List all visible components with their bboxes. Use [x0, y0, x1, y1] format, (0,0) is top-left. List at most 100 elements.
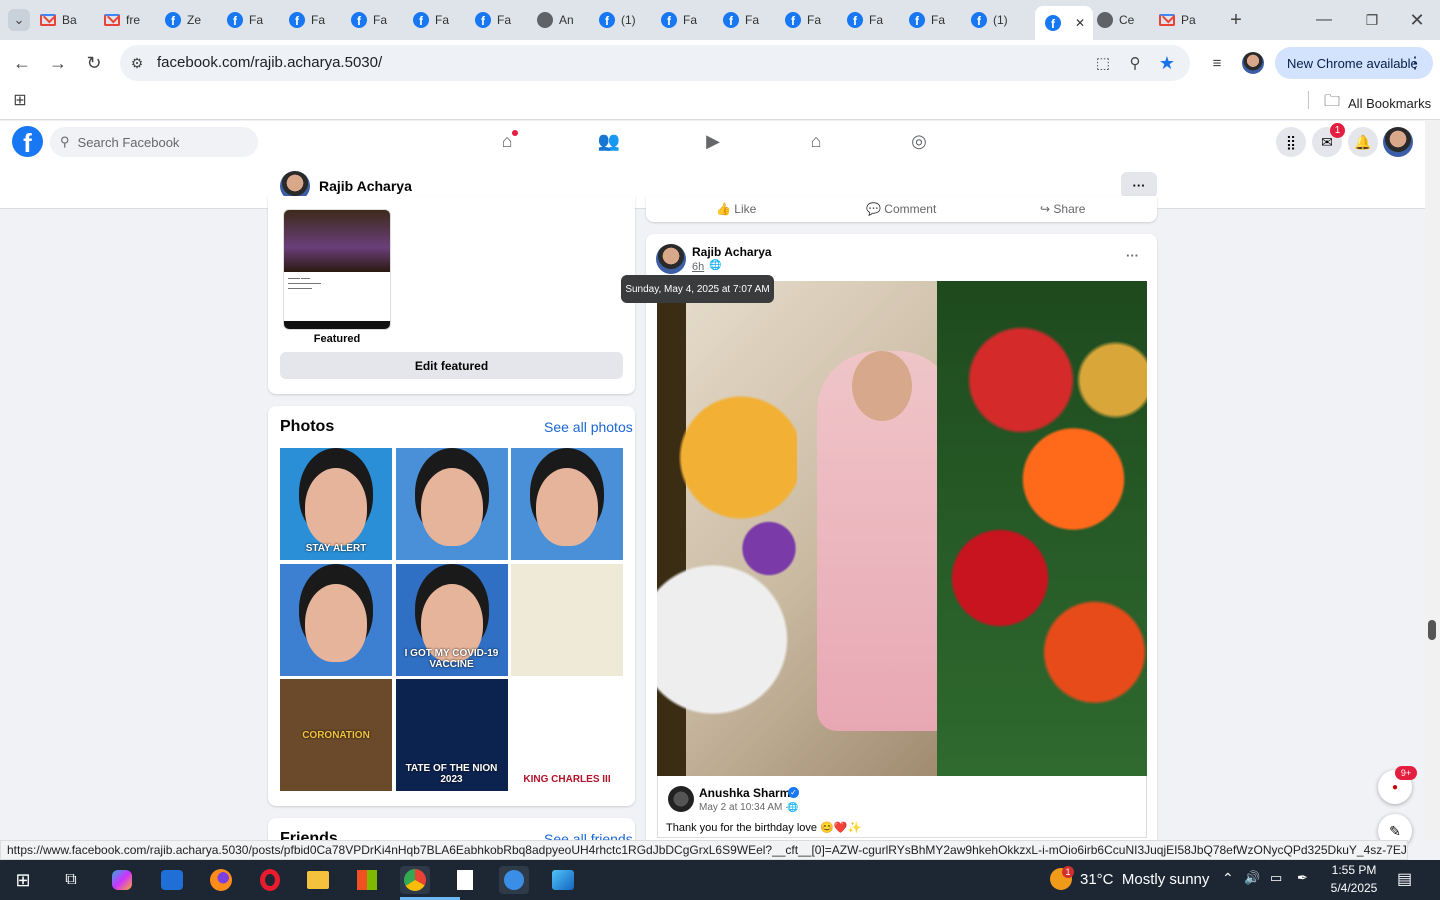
weather-text[interactable]: 31°C Mostly sunny [1080, 871, 1209, 888]
public-globe-icon: 🌐 [709, 260, 722, 271]
show-hidden-icons-chevron[interactable]: ⌃ [1222, 870, 1234, 887]
photo-state-of-union[interactable]: TATE OF THE NION 2023 [395, 679, 508, 791]
photo-coronation[interactable]: CORONATION [280, 679, 392, 791]
zoom-icon[interactable]: ⚲ [1124, 52, 1146, 74]
facebook-logo-icon[interactable]: f [12, 126, 43, 157]
notifications-bell-icon[interactable]: 🔔 [1348, 127, 1378, 157]
app-blue-icon[interactable] [157, 866, 187, 894]
browser-tab[interactable]: Ce [1097, 8, 1153, 32]
browser-tab[interactable]: f Fa [351, 8, 407, 32]
groups-icon[interactable]: ◎ [908, 131, 930, 151]
post-image[interactable] [657, 281, 1147, 776]
microsoft-store-icon[interactable] [352, 866, 382, 894]
facebook-search-input[interactable]: ⚲ Search Facebook [50, 127, 258, 157]
see-all-photos-link[interactable]: See all photos [544, 419, 633, 435]
messenger-badge: 1 [1330, 123, 1345, 138]
shared-post-text: Thank you for the birthday love 😊❤️✨ [666, 822, 862, 834]
browser-tab[interactable]: f Fa [289, 8, 345, 32]
browser-tab[interactable]: f (1) [971, 8, 1027, 32]
tab-search-chevron-icon[interactable]: ⌄ [8, 9, 30, 31]
chrome-profile-avatar[interactable] [1242, 52, 1264, 74]
file-explorer-icon[interactable] [303, 866, 333, 894]
comment-button[interactable]: 💬 Comment [866, 202, 936, 216]
all-bookmarks-button[interactable]: 🗀 All Bookmarks [1324, 90, 1431, 117]
photo-portrait-3[interactable] [280, 563, 392, 676]
profile-bar-name[interactable]: Rajib Acharya [319, 178, 412, 194]
photo-invitation[interactable] [511, 563, 623, 676]
network-icon[interactable]: ▭ [1270, 870, 1282, 886]
page-scrollbar[interactable] [1425, 121, 1440, 840]
browser-tab[interactable]: f Fa [661, 8, 717, 32]
browser-tab[interactable]: Pa [1159, 8, 1215, 32]
share-button[interactable]: ↪ Share [1040, 202, 1085, 216]
shared-author-avatar[interactable] [668, 786, 694, 812]
chrome-taskbar-icon[interactable] [400, 866, 430, 894]
browser-tab[interactable]: f Fa [847, 8, 903, 32]
media-control-icon[interactable]: ≡ [1206, 52, 1228, 74]
url-text[interactable]: facebook.com/rajib.acharya.5030/ [157, 54, 382, 71]
photo-portrait-1[interactable] [395, 448, 508, 560]
notepad-icon[interactable] [450, 866, 480, 894]
photo-stay-alert[interactable]: STAY ALERT [280, 448, 392, 560]
minimize-button[interactable]: — [1312, 8, 1336, 32]
browser-tab[interactable]: f Fa [227, 8, 283, 32]
apps-grid-icon[interactable]: ⊞ [10, 90, 30, 110]
watch-icon[interactable]: ▶ [702, 131, 724, 151]
forward-button[interactable]: → [46, 51, 70, 75]
maximize-button[interactable]: ❐ [1360, 8, 1384, 32]
browser-tab[interactable]: f Fa [909, 8, 965, 32]
like-button[interactable]: 👍 Like [716, 202, 756, 216]
post-timestamp[interactable]: 6h [692, 261, 704, 273]
photo-portrait-2[interactable] [511, 448, 623, 560]
browser-tab[interactable]: f Fa [723, 8, 779, 32]
site-info-icon[interactable]: ⚙ [126, 52, 148, 74]
browser-tab[interactable]: f (1) [599, 8, 655, 32]
task-view-icon[interactable]: ⧉ [56, 866, 86, 894]
photos-app-icon[interactable] [548, 866, 578, 894]
firefox-icon[interactable] [206, 866, 236, 894]
photo-king-charles[interactable]: KING CHARLES III [511, 679, 623, 791]
opera-icon[interactable] [255, 866, 285, 894]
photo-covid-vaccine[interactable]: I GOT MY COVID-19 VACCINE [395, 563, 508, 676]
copilot-icon[interactable] [107, 866, 137, 894]
clock-time[interactable]: 1:55 PM [1322, 863, 1386, 877]
browser-tab[interactable]: f Fa [785, 8, 841, 32]
browser-tab[interactable]: f Ze [165, 8, 221, 32]
browser-tab[interactable]: fre [104, 8, 160, 32]
friends-icon[interactable]: 👥 [598, 131, 620, 151]
shared-post-time[interactable]: May 2 at 10:34 AM · [699, 802, 789, 813]
post-author-name[interactable]: Rajib Acharya [692, 245, 772, 259]
clock-date[interactable]: 5/4/2025 [1322, 881, 1386, 895]
snipping-tool-icon[interactable] [499, 866, 529, 894]
windows-start-icon[interactable]: ⊞ [8, 866, 38, 894]
edit-featured-button[interactable]: Edit featured [280, 352, 623, 379]
close-window-button[interactable]: ✕ [1405, 8, 1429, 32]
marketplace-icon[interactable]: ⌂ [805, 131, 827, 151]
browser-tab[interactable]: f ✕ [1035, 6, 1093, 40]
photos-title: Photos [280, 418, 335, 435]
account-avatar[interactable] [1383, 127, 1413, 157]
featured-thumbnail[interactable]: ▬▬▬▬ ▬▬▬ ▬▬▬▬▬▬▬▬▬▬▬ ▬▬▬▬▬▬▬▬ [283, 209, 391, 330]
shared-author-name[interactable]: Anushka Sharma [699, 786, 797, 800]
install-app-icon[interactable]: ⬚ [1092, 52, 1114, 74]
menu-grid-icon[interactable]: ⣿ [1276, 127, 1306, 157]
volume-icon[interactable]: 🔊 [1244, 870, 1260, 886]
new-chrome-available-button[interactable]: New Chrome available ⋮ [1275, 47, 1433, 79]
post-author-avatar[interactable] [656, 244, 686, 274]
browser-tab[interactable]: Ba [40, 8, 96, 32]
bookmark-star-icon[interactable]: ★ [1156, 52, 1178, 74]
browser-tab[interactable]: f Fa [475, 8, 531, 32]
browser-tab[interactable]: An [537, 8, 593, 32]
globe-icon [537, 12, 553, 28]
new-tab-button[interactable]: + [1224, 8, 1248, 32]
profile-more-button[interactable]: ··· [1121, 172, 1157, 198]
pen-icon[interactable]: ✒ [1297, 870, 1308, 886]
back-button[interactable]: ← [10, 51, 34, 75]
facebook-icon: f [785, 12, 801, 28]
reload-button[interactable]: ↻ [82, 51, 106, 75]
scrollbar-thumb[interactable] [1428, 620, 1436, 640]
browser-tab[interactable]: f Fa [413, 8, 469, 32]
close-tab-icon[interactable]: ✕ [1075, 16, 1085, 30]
post-options-button[interactable]: ··· [1126, 248, 1139, 263]
notification-center-icon[interactable]: ▤ [1397, 869, 1412, 889]
